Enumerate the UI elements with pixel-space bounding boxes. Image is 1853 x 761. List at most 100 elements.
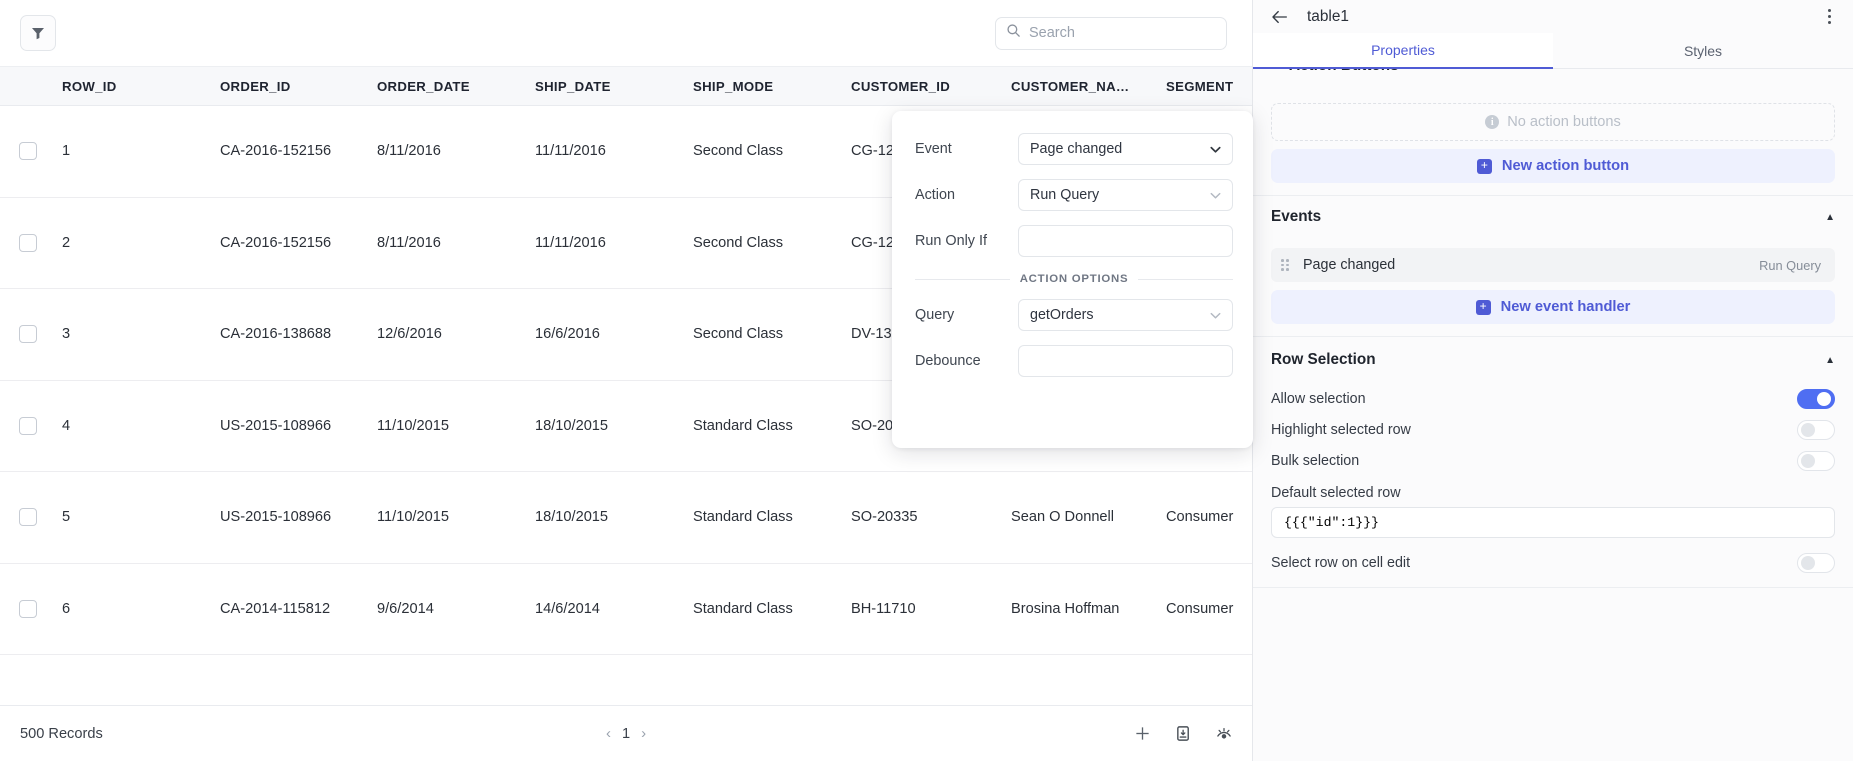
search-box[interactable] bbox=[995, 16, 1227, 50]
popover-action-row: Action Run Query bbox=[915, 179, 1233, 211]
section-row-selection: Row Selection ▲ Allow selection Highligh… bbox=[1253, 337, 1853, 588]
drag-handle-icon[interactable] bbox=[1281, 259, 1289, 271]
select-row-on-cell-edit-toggle[interactable] bbox=[1797, 552, 1835, 573]
bulk-selection-toggle[interactable] bbox=[1797, 450, 1835, 471]
row-selection-header[interactable]: Row Selection ▲ bbox=[1271, 337, 1835, 383]
query-select[interactable]: getOrders bbox=[1018, 299, 1233, 331]
highlight-selected-row-toggle[interactable] bbox=[1797, 419, 1835, 440]
row-checkbox-cell bbox=[0, 416, 62, 435]
cell-order-date: 12/6/2016 bbox=[377, 326, 442, 343]
caret-up-icon: ▲ bbox=[1825, 211, 1835, 223]
row-checkbox[interactable] bbox=[19, 508, 37, 527]
cell-ship-date: 18/10/2015 bbox=[535, 509, 609, 526]
action-label: Action bbox=[915, 187, 955, 203]
row-checkbox-cell bbox=[0, 142, 62, 161]
event-handler-item[interactable]: Page changed Run Query bbox=[1271, 248, 1835, 282]
column-header-customer-id[interactable]: CUSTOMER_ID bbox=[851, 79, 1011, 94]
tab-properties[interactable]: Properties bbox=[1253, 33, 1553, 69]
chevron-down-icon bbox=[1208, 142, 1223, 157]
event-handler-popover: Event Page changed Action Run Query Run … bbox=[892, 111, 1253, 448]
search-input[interactable] bbox=[1029, 25, 1216, 41]
debounce-label: Debounce bbox=[915, 353, 981, 369]
popover-query-row: Query getOrders bbox=[915, 299, 1233, 331]
cell-order-date: 11/10/2015 bbox=[377, 509, 449, 526]
row-checkbox[interactable] bbox=[19, 416, 37, 435]
table-footer: 500 Records ‹ 1 › bbox=[0, 705, 1252, 761]
info-icon: i bbox=[1485, 115, 1500, 129]
table-row[interactable]: 5 US-2015-108966 11/10/2015 18/10/2015 S… bbox=[0, 472, 1252, 564]
event-select[interactable]: Page changed bbox=[1018, 133, 1233, 165]
column-header-ship-mode[interactable]: SHIP_MODE bbox=[693, 79, 851, 94]
allow-selection-toggle[interactable] bbox=[1797, 388, 1835, 409]
cell-segment: Consumer bbox=[1166, 509, 1234, 526]
table-row[interactable]: 6 CA-2014-115812 9/6/2014 14/6/2014 Stan… bbox=[0, 563, 1252, 655]
filter-icon bbox=[31, 26, 45, 40]
run-only-if-input[interactable] bbox=[1018, 225, 1233, 257]
new-event-handler-button[interactable]: + New event handler bbox=[1271, 290, 1835, 324]
bulk-selection-label: Bulk selection bbox=[1271, 452, 1360, 469]
default-selected-row-input[interactable]: {{{"id":1}}} bbox=[1271, 507, 1835, 538]
column-header-ship-date[interactable]: SHIP_DATE bbox=[535, 79, 693, 94]
page-title: table1 bbox=[1307, 7, 1349, 25]
action-buttons-header[interactable]: Action Buttons▲ bbox=[1271, 69, 1835, 91]
more-vertical-icon[interactable] bbox=[1824, 5, 1835, 27]
action-select[interactable]: Run Query bbox=[1018, 179, 1233, 211]
row-checkbox[interactable] bbox=[19, 325, 37, 344]
cell-customer-id: BH-11710 bbox=[851, 600, 916, 617]
column-header-order-date[interactable]: ORDER_DATE bbox=[377, 79, 535, 94]
row-checkbox[interactable] bbox=[19, 599, 37, 618]
download-icon[interactable] bbox=[1173, 724, 1193, 744]
inspector-panel: table1 Properties Styles Action Buttons▲… bbox=[1253, 0, 1853, 761]
prev-page-button[interactable]: ‹ bbox=[606, 726, 611, 741]
column-header-order-id[interactable]: ORDER_ID bbox=[220, 79, 377, 94]
row-checkbox[interactable] bbox=[19, 233, 37, 252]
column-header-segment[interactable]: SEGMENT bbox=[1166, 79, 1252, 94]
row-checkbox[interactable] bbox=[19, 142, 37, 161]
cell-ship-mode: Standard Class bbox=[693, 509, 793, 526]
cell-order-date: 11/10/2015 bbox=[377, 417, 449, 434]
no-action-buttons-placeholder: i No action buttons bbox=[1271, 103, 1835, 141]
back-arrow-icon[interactable] bbox=[1271, 9, 1293, 25]
popover-run-only-if-row: Run Only If bbox=[915, 225, 1233, 257]
eye-icon[interactable] bbox=[1214, 724, 1234, 744]
debounce-input[interactable] bbox=[1018, 345, 1233, 377]
cell-order-id: CA-2014-115812 bbox=[220, 600, 331, 617]
new-action-button[interactable]: + New action button bbox=[1271, 149, 1835, 183]
cell-row-id: 6 bbox=[62, 600, 71, 617]
page-number[interactable]: 1 bbox=[622, 726, 630, 742]
section-events: Events ▲ Page changed Run Query + New ev… bbox=[1253, 196, 1853, 337]
event-select-value: Page changed bbox=[1030, 141, 1123, 157]
column-header-row-id[interactable]: ROW_ID bbox=[62, 79, 220, 94]
query-select-value: getOrders bbox=[1030, 307, 1094, 323]
next-page-button[interactable]: › bbox=[641, 726, 646, 741]
new-action-button-label: New action button bbox=[1501, 158, 1630, 174]
action-options-divider: ACTION OPTIONS bbox=[915, 273, 1233, 285]
cell-order-date: 8/11/2016 bbox=[377, 143, 441, 160]
cell-ship-mode: Second Class bbox=[693, 143, 784, 160]
cell-ship-date: 14/6/2014 bbox=[535, 600, 600, 617]
column-header-customer-name[interactable]: CUSTOMER_NA… bbox=[1011, 79, 1166, 94]
cell-customer-name: Brosina Hoffman bbox=[1011, 600, 1120, 617]
cell-segment: Consumer bbox=[1166, 600, 1234, 617]
cell-order-id: CA-2016-152156 bbox=[220, 143, 332, 160]
plus-icon: + bbox=[1475, 299, 1491, 315]
select-row-on-cell-edit-row: Select row on cell edit bbox=[1271, 547, 1835, 578]
divider-line bbox=[915, 278, 1010, 280]
caret-up-icon: ▲ bbox=[1825, 354, 1835, 366]
allow-selection-row: Allow selection bbox=[1271, 383, 1835, 414]
cell-ship-mode: Second Class bbox=[693, 234, 784, 251]
popover-event-row: Event Page changed bbox=[915, 133, 1233, 165]
cell-order-id: CA-2016-138688 bbox=[220, 326, 332, 343]
tab-styles[interactable]: Styles bbox=[1553, 33, 1853, 69]
table-header-row: ROW_ID ORDER_ID ORDER_DATE SHIP_DATE SHI… bbox=[0, 66, 1252, 106]
plus-icon[interactable] bbox=[1132, 724, 1152, 744]
row-checkbox-cell bbox=[0, 599, 62, 618]
filter-button[interactable] bbox=[20, 15, 56, 51]
cell-order-id: US-2015-108966 bbox=[220, 417, 332, 434]
events-header[interactable]: Events ▲ bbox=[1271, 196, 1835, 238]
cell-customer-name: Sean O Donnell bbox=[1011, 509, 1115, 526]
row-selection-title: Row Selection bbox=[1271, 351, 1376, 368]
row-checkbox-cell bbox=[0, 233, 62, 252]
pagination: ‹ 1 › bbox=[0, 726, 1252, 742]
section-action-buttons: Action Buttons▲ i No action buttons + Ne… bbox=[1253, 69, 1853, 196]
